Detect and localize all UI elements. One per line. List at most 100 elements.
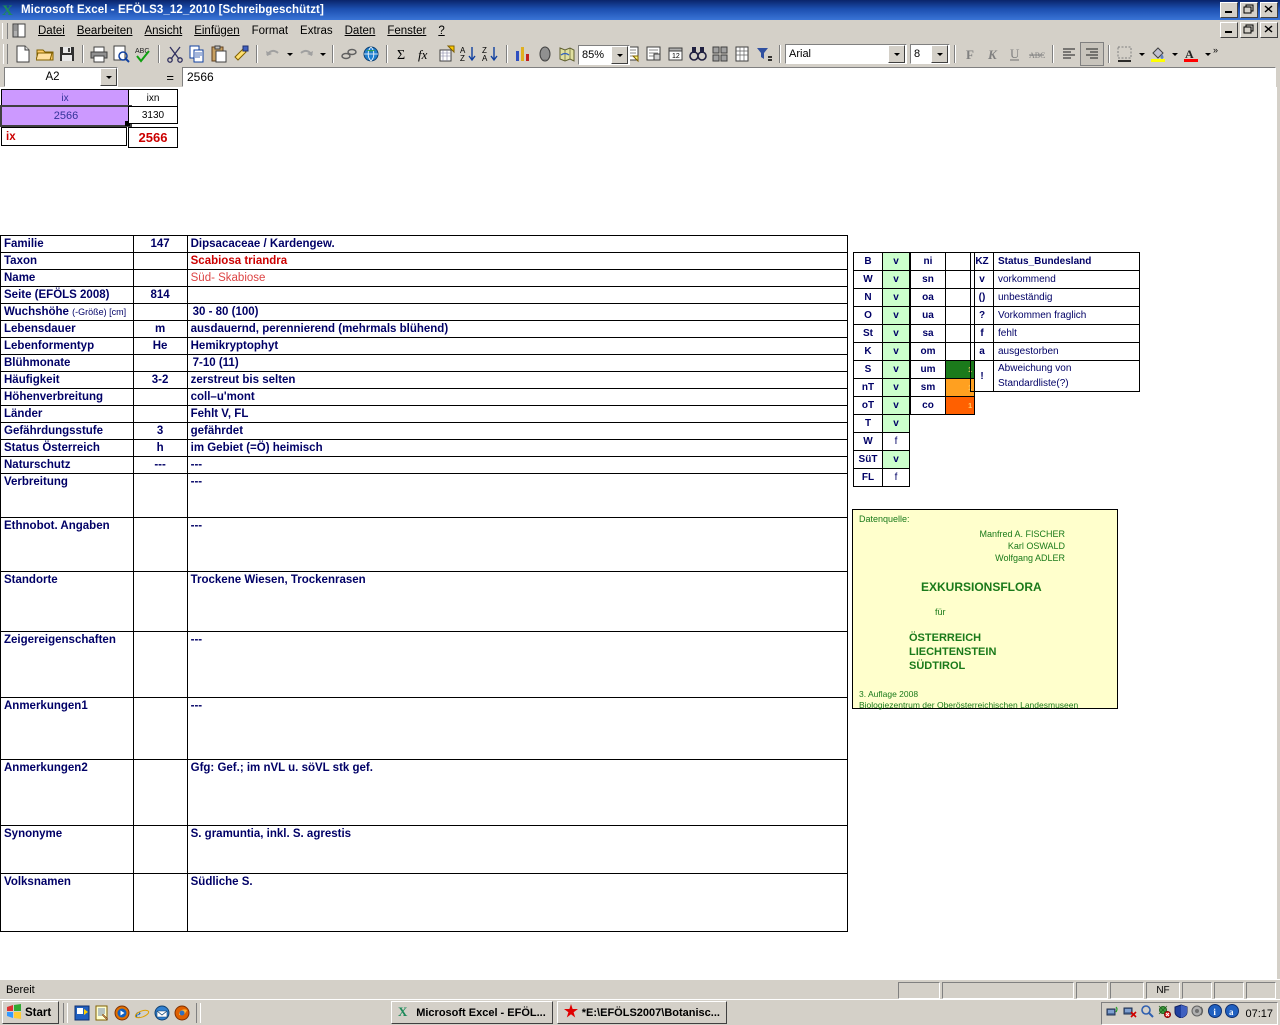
status-legend-code[interactable]: () <box>970 288 994 307</box>
minimize-button[interactable] <box>1220 2 1238 18</box>
close-button[interactable] <box>1260 2 1278 18</box>
bundesland-row[interactable]: St v <box>853 324 910 343</box>
function-fx-icon[interactable]: fx <box>414 43 436 65</box>
bundesland-code[interactable]: T <box>853 414 883 433</box>
status-legend-row[interactable]: ! Abweichung von Standardliste(?) <box>970 360 1140 392</box>
virus-scan-icon[interactable] <box>1157 1004 1172 1023</box>
hoehenstufe-row[interactable]: co 1 <box>910 396 975 415</box>
font-size-dropdown-icon[interactable] <box>931 45 948 63</box>
status-legend-code[interactable]: ! <box>970 360 994 392</box>
hoehenstufe-code[interactable]: co <box>910 396 946 415</box>
strikethrough-icon[interactable]: ABC <box>1026 43 1048 65</box>
internet-explorer-icon[interactable]: e <box>132 1003 152 1023</box>
record-value-cell[interactable] <box>186 286 849 304</box>
borders-dropdown-icon[interactable] <box>1136 43 1147 65</box>
menu-item-datei[interactable]: Datei <box>32 23 71 39</box>
media-player-icon[interactable] <box>112 1003 132 1023</box>
bundesland-code[interactable]: SüT <box>853 450 883 469</box>
name-box[interactable]: A2 <box>4 67 118 87</box>
search-icon[interactable] <box>1140 1004 1155 1023</box>
record-code-cell[interactable] <box>132 303 188 321</box>
doc-restore-button[interactable] <box>1240 22 1258 38</box>
record-label-cell[interactable]: Anmerkungen2 <box>0 759 134 826</box>
record-value-cell[interactable]: Südliche S. <box>186 873 849 932</box>
acrobat-icon[interactable]: a <box>1225 1004 1240 1023</box>
font-name-combo[interactable]: Arial <box>785 44 907 64</box>
undo-arrow-icon[interactable] <box>262 43 284 65</box>
table-row[interactable]: Verbreitung --- <box>0 473 849 518</box>
menu-item-ansicht[interactable]: Ansicht <box>138 23 188 39</box>
hoehenstufe-code[interactable]: sa <box>910 324 946 343</box>
frozen-col-b-header[interactable]: ixn <box>128 89 178 107</box>
record-value-cell[interactable]: Hemikryptophyt <box>186 337 849 355</box>
record-label-cell[interactable]: Lebenformentyp <box>0 337 134 355</box>
worksheet-area[interactable]: ix ixn 2566 3130 ix 2566 Familie 147 Dipsa… <box>0 87 1280 979</box>
menu-item-extras[interactable]: Extras <box>294 23 339 39</box>
bundesland-status[interactable]: v <box>882 342 910 361</box>
hoehenstufe-code[interactable]: om <box>910 342 946 361</box>
align-right-icon[interactable] <box>1080 42 1104 66</box>
firefox-icon[interactable] <box>172 1003 192 1023</box>
bundesland-code[interactable]: O <box>853 306 883 325</box>
taskbar-button-excel[interactable]: X Microsoft Excel - EFÖL... <box>391 1001 553 1024</box>
hoehenstufe-code[interactable]: ni <box>910 252 946 271</box>
table-row[interactable]: Zeigereigenschaften --- <box>0 631 849 698</box>
paste-clipboard-icon[interactable] <box>208 43 230 65</box>
info-icon[interactable]: i <box>1208 1004 1223 1023</box>
network-error-icon[interactable] <box>1123 1004 1138 1023</box>
record-value-cell[interactable]: --- <box>186 631 849 698</box>
status-legend-label[interactable]: unbeständig <box>993 288 1140 307</box>
table-row[interactable]: Naturschutz --- --- <box>0 456 849 474</box>
zoom-combo[interactable]: 85% <box>578 45 630 65</box>
print-preview-icon[interactable] <box>110 43 132 65</box>
hoehenstufe-row[interactable]: oa <box>910 288 975 307</box>
table-row[interactable]: Taxon Scabiosa triandra <box>0 252 849 270</box>
hoehenstufe-row[interactable]: sn <box>910 270 975 289</box>
record-label-cell[interactable]: Zeigereigenschaften <box>0 631 134 698</box>
bundesland-row[interactable]: Nv <box>853 288 910 307</box>
table-row[interactable]: Ethnobot. Angaben --- <box>0 517 849 572</box>
menu-item-fenster[interactable]: Fenster <box>381 23 432 39</box>
underline-icon[interactable]: U <box>1004 43 1026 65</box>
bundesland-row[interactable]: nT v <box>853 378 910 397</box>
bundesland-status[interactable]: v <box>882 306 910 325</box>
bundesland-status[interactable]: v <box>882 270 910 289</box>
record-code-cell[interactable]: 3-2 <box>132 371 188 389</box>
status-legend-code[interactable]: ? <box>970 306 994 325</box>
record-label-cell[interactable]: Häufigkeit <box>0 371 134 389</box>
menu-item-daten[interactable]: Daten <box>339 23 382 39</box>
web-toolbar-icon[interactable] <box>360 43 382 65</box>
redo-arrow-icon[interactable] <box>295 43 317 65</box>
record-value-cell[interactable]: ausdauernd, perennierend (mehrmals blühe… <box>186 320 849 338</box>
status-legend-label[interactable]: ausgestorben <box>993 342 1140 361</box>
status-legend-label[interactable]: fehlt <box>993 324 1140 343</box>
record-value-cell[interactable]: S. gramuntia, inkl. S. agrestis <box>186 825 849 874</box>
table-icon[interactable] <box>731 43 753 65</box>
bundesland-row[interactable]: Sv <box>853 360 910 379</box>
menu-item-bearbeiten[interactable]: Bearbeiten <box>71 23 139 39</box>
record-label-cell[interactable]: Standorte <box>0 571 134 632</box>
status-legend-code[interactable]: a <box>970 342 994 361</box>
ix-row-value[interactable]: 2566 <box>128 127 178 148</box>
record-code-cell[interactable] <box>132 473 188 518</box>
record-code-cell[interactable] <box>132 354 188 372</box>
record-code-cell[interactable]: h <box>132 439 188 457</box>
toolbar-grip-1[interactable] <box>3 44 8 64</box>
table-row[interactable]: Gefährdungsstufe 3 gefährdet <box>0 422 849 440</box>
bold-icon[interactable]: F <box>960 43 982 65</box>
shield-icon[interactable] <box>1174 1004 1188 1023</box>
hoehenstufe-code[interactable]: oa <box>910 288 946 307</box>
bundesland-row[interactable]: Kv <box>853 342 910 361</box>
fill-color-dropdown-icon[interactable] <box>1169 43 1180 65</box>
table-row[interactable]: Lebensdauer m ausdauernd, perennierend (me… <box>0 320 849 338</box>
record-value-cell[interactable]: Süd- Skabiose <box>186 269 849 287</box>
status-legend-row[interactable]: v vorkommend <box>970 270 1140 289</box>
frozen-col-b-value[interactable]: 3130 <box>128 106 178 124</box>
table-row[interactable]: Höhenverbreitung coll–u'mont <box>0 388 849 406</box>
sort-descending-icon[interactable]: ZA <box>480 43 502 65</box>
hoehenstufe-row[interactable]: ni <box>910 252 975 271</box>
zoom-dropdown-icon[interactable] <box>611 46 628 64</box>
align-left-icon[interactable] <box>1058 43 1080 65</box>
sort-paste-icon[interactable] <box>436 43 458 65</box>
record-label-cell[interactable]: Synonyme <box>0 825 134 874</box>
